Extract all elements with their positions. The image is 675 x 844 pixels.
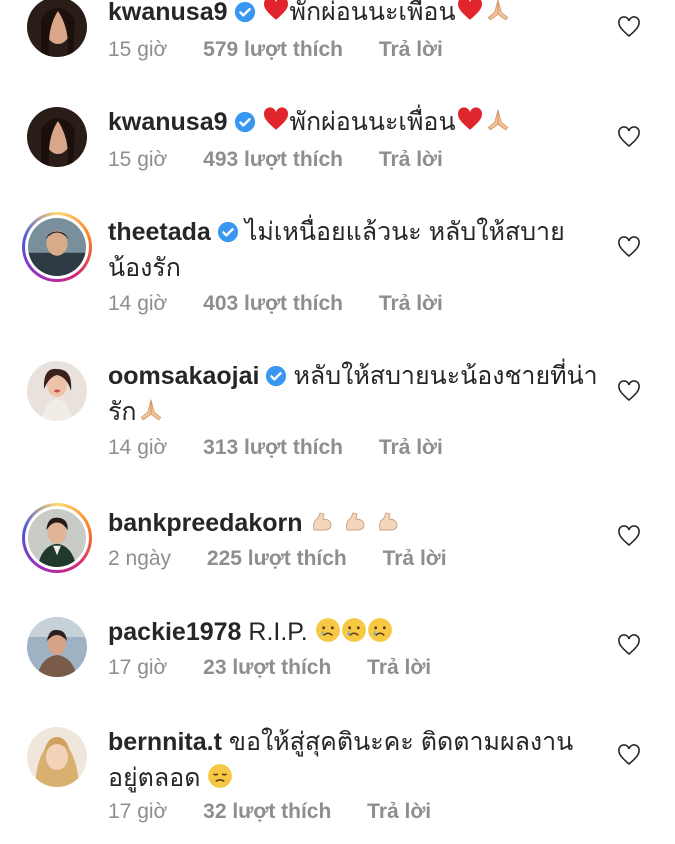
comment-text: bernnita.t ขอให้สู่สุคตินะคะ ติดตามผลงาน… — [108, 724, 598, 799]
comment-time: 2 ngày — [108, 547, 172, 570]
verified-badge-icon — [217, 217, 239, 243]
comment-item: theetada ไม่เหนื่อยแล้วนะ หลับให้สบายน้อง… — [0, 212, 675, 352]
comment-meta: 17 giờ 23 lượt thích Trả lời — [108, 656, 461, 680]
comment-item: bankpreedakorn 2 ngày 225 lượt thích Trả… — [0, 503, 675, 613]
comment-body: R.I.P. — [248, 618, 308, 646]
avatar-image — [27, 0, 87, 57]
like-heart-icon[interactable] — [617, 634, 641, 656]
comment-meta: 15 giờ 579 lượt thích Trả lời — [108, 38, 473, 62]
reply-button[interactable]: Trả lời — [379, 148, 443, 171]
reply-button[interactable]: Trả lời — [379, 38, 443, 61]
crying-face-emoji-icon — [341, 617, 367, 653]
comment-meta: 14 giờ 403 lượt thích Trả lời — [108, 292, 473, 316]
verified-badge-icon — [265, 361, 287, 387]
like-heart-icon[interactable] — [617, 744, 641, 766]
username[interactable]: kwanusa9 — [108, 108, 228, 136]
comment-text: theetada ไม่เหนื่อยแล้วนะ หลับให้สบายน้อง… — [108, 214, 598, 286]
comment-time: 17 giờ — [108, 800, 168, 823]
avatar-image — [27, 617, 87, 677]
red-heart-emoji-icon — [262, 107, 290, 143]
comment-text: packie1978 R.I.P. — [108, 614, 598, 653]
likes-count[interactable]: 313 lượt thích — [203, 436, 343, 459]
avatar[interactable] — [22, 212, 92, 282]
reply-button[interactable]: Trả lời — [379, 436, 443, 459]
avatar[interactable] — [22, 356, 92, 426]
comment-text: kwanusa9 พักผ่อนนะเพื่อน — [108, 0, 598, 33]
avatar-image — [28, 218, 86, 276]
comment-meta: 17 giờ 32 lượt thích Trả lời — [108, 800, 461, 824]
avatar[interactable] — [22, 722, 92, 792]
disappointed-face-emoji-icon — [207, 763, 233, 799]
likes-count[interactable]: 32 lượt thích — [203, 800, 331, 823]
like-heart-icon[interactable] — [617, 126, 641, 148]
avatar-image — [27, 361, 87, 421]
avatar[interactable] — [22, 0, 92, 62]
comment-time: 14 giờ — [108, 436, 168, 459]
reply-button[interactable]: Trả lời — [367, 656, 431, 679]
reply-button[interactable]: Trả lời — [367, 800, 431, 823]
username[interactable]: kwanusa9 — [108, 0, 228, 26]
like-heart-icon[interactable] — [617, 16, 641, 38]
red-heart-emoji-icon — [456, 107, 484, 143]
comment-body: พักผ่อนนะเพื่อน — [289, 108, 456, 136]
red-heart-emoji-icon — [456, 0, 484, 33]
red-heart-emoji-icon — [262, 0, 290, 33]
like-heart-icon[interactable] — [617, 236, 641, 258]
comment-item: kwanusa9 พักผ่อนนะเพื่อน 15 giờ 493 lượt … — [0, 107, 675, 220]
comment-time: 14 giờ — [108, 292, 168, 315]
comment-time: 15 giờ — [108, 148, 168, 171]
comment-item: bernnita.t ขอให้สู่สุคตินะคะ ติดตามผลงาน… — [0, 722, 675, 844]
avatar-image — [27, 107, 87, 167]
folded-hands-emoji-icon — [484, 107, 512, 143]
username[interactable]: packie1978 — [108, 618, 241, 646]
crying-face-emoji-icon — [315, 617, 341, 653]
comment-item: packie1978 R.I.P. 17 giờ 23 lượt thích T… — [0, 612, 675, 722]
likes-count[interactable]: 403 lượt thích — [203, 292, 343, 315]
comment-meta: 15 giờ 493 lượt thích Trả lời — [108, 148, 473, 172]
comment-body: พักผ่อนนะเพื่อน — [289, 0, 456, 26]
comment-time: 17 giờ — [108, 656, 168, 679]
comment-item: kwanusa9 พักผ่อนนะเพื่อน 15 giờ 579 lượt … — [0, 0, 675, 110]
avatar[interactable] — [22, 612, 92, 682]
crying-face-emoji-icon — [367, 617, 393, 653]
reply-button[interactable]: Trả lời — [383, 547, 447, 570]
likes-count[interactable]: 23 lượt thích — [203, 656, 331, 679]
comment-item: oomsakaojai หลับให้สบายนะน้องชายที่น่ารัก… — [0, 356, 675, 496]
likes-count[interactable]: 225 lượt thích — [207, 547, 347, 570]
folded-hands-emoji-icon — [137, 397, 165, 433]
verified-badge-icon — [234, 0, 256, 23]
comment-text: bankpreedakorn — [108, 505, 598, 544]
comment-text: kwanusa9 พักผ่อนนะเพื่อน — [108, 104, 598, 143]
avatar[interactable] — [22, 102, 92, 172]
comment-text: oomsakaojai หลับให้สบายนะน้องชายที่น่ารัก — [108, 358, 598, 433]
comment-meta: 2 ngày 225 lượt thích Trả lời — [108, 547, 477, 571]
comment-time: 15 giờ — [108, 38, 168, 61]
folded-hands-emoji-icon — [484, 0, 512, 33]
like-heart-icon[interactable] — [617, 380, 641, 402]
avatar-image — [27, 727, 87, 787]
verified-badge-icon — [234, 107, 256, 133]
flexed-biceps-emoji-icon — [309, 508, 335, 544]
reply-button[interactable]: Trả lời — [379, 292, 443, 315]
avatar[interactable] — [22, 503, 92, 573]
comment-meta: 14 giờ 313 lượt thích Trả lời — [108, 436, 473, 460]
username[interactable]: bankpreedakorn — [108, 509, 303, 537]
avatar-image — [28, 509, 86, 567]
username[interactable]: oomsakaojai — [108, 362, 259, 390]
likes-count[interactable]: 493 lượt thích — [203, 148, 343, 171]
like-heart-icon[interactable] — [617, 525, 641, 547]
username[interactable]: theetada — [108, 218, 211, 246]
likes-count[interactable]: 579 lượt thích — [203, 38, 343, 61]
username[interactable]: bernnita.t — [108, 728, 222, 756]
flexed-biceps-emoji-icon — [375, 508, 401, 544]
flexed-biceps-emoji-icon — [342, 508, 368, 544]
